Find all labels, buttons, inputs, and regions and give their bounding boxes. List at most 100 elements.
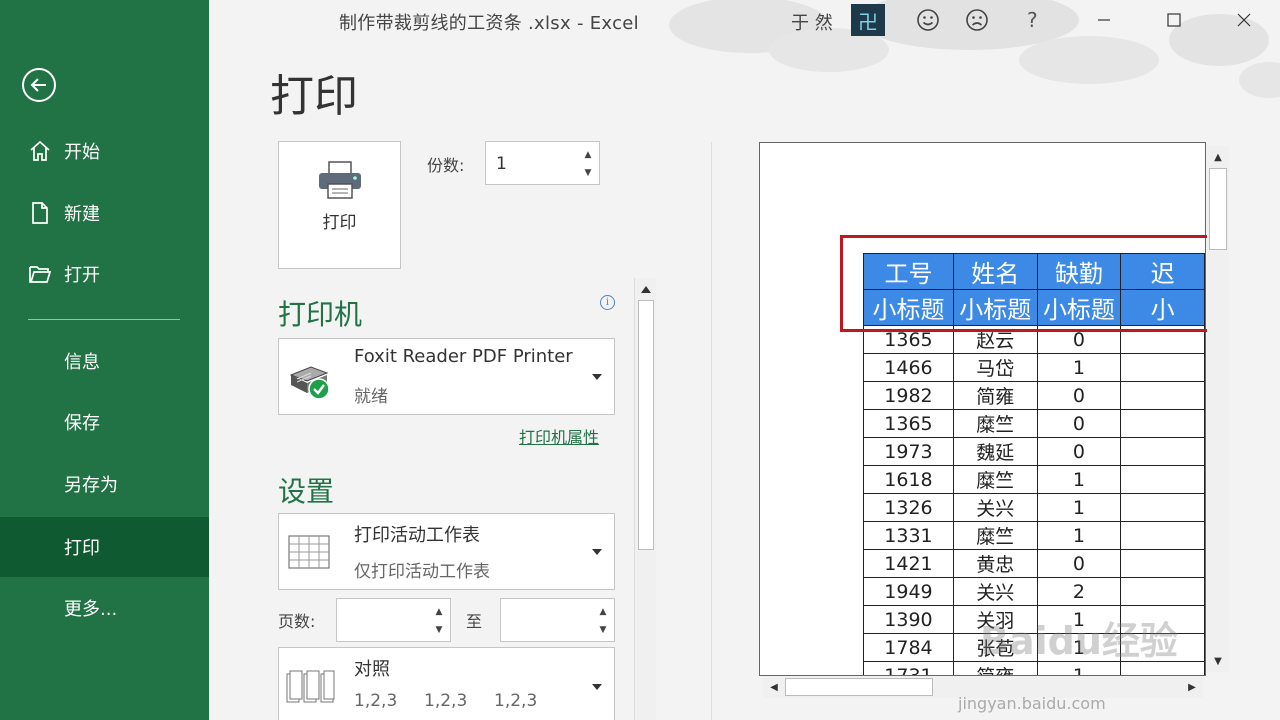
highlight-box bbox=[840, 235, 1228, 332]
nav-new-label: 新建 bbox=[64, 204, 100, 225]
pages-to-input[interactable]: ▲ ▼ bbox=[500, 598, 615, 642]
table-cell: 关兴 bbox=[952, 493, 1038, 522]
maximize-icon[interactable] bbox=[1159, 6, 1189, 34]
nav-more[interactable]: 更多... bbox=[0, 578, 209, 638]
print-preview-page: 工号 姓名 缺勤迟小标题 小标题 小标题小 1365 赵云 0 1466 马岱 1 1982 简雍 0 13… bbox=[759, 142, 1206, 676]
pages-label: 页数: bbox=[278, 612, 316, 631]
table-cell: 1973 bbox=[863, 437, 954, 466]
table-row: 1466 马岱 1 bbox=[863, 353, 1205, 382]
table-cell: 1 bbox=[1036, 493, 1122, 522]
page-title: 打印 bbox=[270, 71, 358, 122]
chevron-down-icon bbox=[592, 549, 602, 555]
printer-dropdown[interactable]: Foxit Reader PDF Printer 就绪 bbox=[278, 338, 615, 415]
collate-icon bbox=[286, 670, 335, 703]
table-cell: 0 bbox=[1036, 549, 1122, 578]
smile-icon[interactable] bbox=[916, 8, 940, 32]
table-cell: 糜竺 bbox=[952, 521, 1038, 550]
title-bar: 制作带裁剪线的工资条 .xlsx - Excel 于 然 卍 ? bbox=[209, 0, 1280, 40]
table-cell: 关兴 bbox=[952, 577, 1038, 606]
collate-title: 对照 bbox=[354, 659, 390, 680]
table-cell: 0 bbox=[1036, 409, 1122, 438]
scroll-left-icon[interactable]: ◀ bbox=[763, 676, 785, 698]
table-cell: 1949 bbox=[863, 577, 954, 606]
nav-save-as[interactable]: 另存为 bbox=[0, 454, 209, 514]
chevron-down-icon bbox=[592, 684, 602, 690]
pages-from-spinner[interactable]: ▲ ▼ bbox=[434, 603, 444, 639]
table-cell: 1365 bbox=[863, 409, 954, 438]
frown-icon[interactable] bbox=[965, 8, 989, 32]
copies-label: 份数: bbox=[427, 156, 465, 175]
printer-ready-icon bbox=[289, 366, 330, 400]
table-cell: 0 bbox=[1036, 437, 1122, 466]
print-what-dropdown[interactable]: 打印活动工作表 仅打印活动工作表 bbox=[278, 513, 615, 590]
scrollbar-thumb[interactable] bbox=[638, 300, 654, 550]
settings-scrollbar[interactable] bbox=[634, 278, 656, 720]
nav-info-label: 信息 bbox=[64, 352, 100, 373]
table-cell: 1390 bbox=[863, 605, 954, 634]
user-avatar[interactable]: 卍 bbox=[851, 4, 885, 36]
nav-open[interactable]: 打开 bbox=[0, 244, 209, 304]
print-button-label: 打印 bbox=[322, 213, 357, 233]
minimize-icon[interactable] bbox=[1089, 6, 1119, 34]
table-row: 1331 糜竺 1 bbox=[863, 521, 1205, 550]
backstage-sidebar: 开始 新建 打开 信息 保存 另存为 打印 更多... bbox=[0, 0, 209, 720]
scrollbar-thumb[interactable] bbox=[1209, 168, 1227, 250]
scroll-up-icon[interactable] bbox=[635, 278, 657, 300]
table-cell: 1 bbox=[1036, 465, 1122, 494]
collate-seq-3: 1,2,3 bbox=[494, 691, 538, 711]
print-button[interactable]: 打印 bbox=[278, 141, 401, 269]
pages-from-input[interactable]: ▲ ▼ bbox=[336, 598, 451, 642]
open-folder-icon bbox=[29, 266, 52, 283]
table-cell bbox=[1120, 521, 1205, 550]
nav-save[interactable]: 保存 bbox=[0, 392, 209, 452]
preview-vertical-scrollbar[interactable]: ▲ ▼ bbox=[1207, 146, 1229, 672]
table-cell bbox=[1120, 381, 1205, 410]
table-cell: 2 bbox=[1036, 577, 1122, 606]
collate-dropdown[interactable]: 对照 1,2,3 1,2,3 1,2,3 bbox=[278, 647, 615, 720]
printer-icon bbox=[319, 161, 361, 199]
scrollbar-thumb[interactable] bbox=[785, 678, 933, 696]
nav-print-label: 打印 bbox=[64, 538, 100, 559]
info-icon[interactable]: i bbox=[600, 295, 615, 310]
close-icon[interactable] bbox=[1229, 6, 1259, 34]
user-name[interactable]: 于 然 bbox=[791, 9, 833, 35]
printer-section-title: 打印机 bbox=[278, 298, 363, 331]
scroll-right-icon[interactable]: ▶ bbox=[1181, 676, 1203, 698]
nav-save-as-label: 另存为 bbox=[64, 475, 118, 496]
panel-divider bbox=[711, 142, 712, 720]
printer-name: Foxit Reader PDF Printer bbox=[354, 346, 573, 367]
nav-divider bbox=[28, 319, 180, 320]
table-cell: 1 bbox=[1036, 353, 1122, 382]
table-cell bbox=[1120, 549, 1205, 578]
printer-properties-link[interactable]: 打印机属性 bbox=[519, 424, 599, 448]
watermark-url: jingyan.baidu.com bbox=[958, 694, 1106, 713]
table-cell: 1982 bbox=[863, 381, 954, 410]
copies-spinner[interactable]: ▲ ▼ bbox=[583, 146, 593, 182]
nav-print[interactable]: 打印 bbox=[0, 517, 209, 577]
collate-seq-1: 1,2,3 bbox=[354, 691, 398, 711]
copies-value: 1 bbox=[496, 154, 507, 174]
table-cell bbox=[1120, 437, 1205, 466]
nav-home-label: 开始 bbox=[64, 142, 100, 163]
nav-more-label: 更多... bbox=[64, 599, 118, 620]
table-row: 1365 糜竺 0 bbox=[863, 409, 1205, 438]
nav-new[interactable]: 新建 bbox=[0, 183, 209, 243]
home-icon bbox=[30, 140, 50, 161]
nav-home[interactable]: 开始 bbox=[0, 121, 209, 181]
table-row: 1949 关兴 2 bbox=[863, 577, 1205, 606]
pages-to-spinner[interactable]: ▲ ▼ bbox=[598, 603, 608, 639]
watermark-logo: Baidu经验 bbox=[980, 619, 1178, 663]
table-row: 1973 魏延 0 bbox=[863, 437, 1205, 466]
scroll-up-icon[interactable]: ▲ bbox=[1207, 146, 1229, 168]
nav-info[interactable]: 信息 bbox=[0, 331, 209, 391]
table-row: 1618 糜竺 1 bbox=[863, 465, 1205, 494]
back-arrow-icon[interactable] bbox=[22, 68, 56, 102]
table-cell: 1466 bbox=[863, 353, 954, 382]
help-icon[interactable]: ? bbox=[1027, 8, 1038, 32]
nav-save-label: 保存 bbox=[64, 413, 100, 434]
scroll-down-icon[interactable]: ▼ bbox=[1207, 650, 1229, 672]
table-cell bbox=[1120, 577, 1205, 606]
table-cell: 糜竺 bbox=[952, 409, 1038, 438]
table-cell bbox=[1120, 353, 1205, 382]
copies-input[interactable]: 1 ▲ ▼ bbox=[485, 141, 600, 185]
